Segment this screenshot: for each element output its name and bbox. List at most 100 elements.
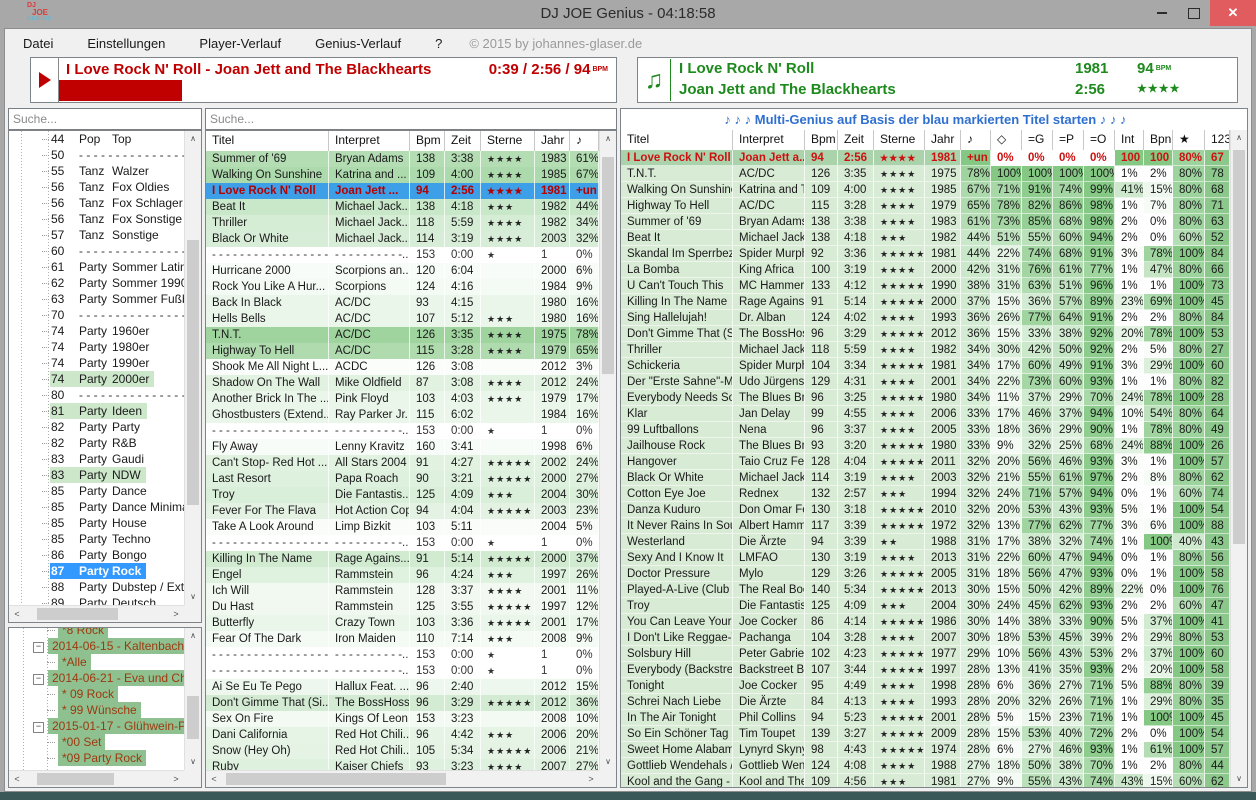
genius-row[interactable]: ThrillerMichael Jack...1185:59★★★★198234… <box>621 342 1230 358</box>
column-header[interactable]: ♪ <box>570 131 599 151</box>
category-item[interactable]: 85PartyTechno <box>9 531 184 547</box>
category-item[interactable]: 44PopTop <box>9 131 184 147</box>
column-header[interactable]: Titel <box>206 131 329 151</box>
minimize-button[interactable] <box>1146 0 1178 26</box>
category-item[interactable]: 56TanzFox Schlager <box>9 195 184 211</box>
column-header[interactable]: ★ <box>1173 130 1205 150</box>
scroll-thumb[interactable] <box>187 240 199 505</box>
search-result-row[interactable]: Fear Of The DarkIron Maiden1107:14★★★200… <box>206 631 599 647</box>
search-result-row[interactable]: Black Or WhiteMichael Jack...1143:19★★★★… <box>206 231 599 247</box>
genius-row[interactable]: Everybody (Backstreet...Backstreet B...1… <box>621 662 1230 678</box>
genius-row[interactable]: Schrei Nach LiebeDie Ärzte844:13★★★★1993… <box>621 694 1230 710</box>
scroll-right-icon[interactable]: > <box>168 771 184 787</box>
history-item[interactable]: *Alle <box>9 654 184 670</box>
search-result-row[interactable]: Sex On FireKings Of Leon1533:23200810% <box>206 711 599 727</box>
collapse-icon[interactable]: − <box>33 674 44 685</box>
genius-row[interactable]: Played-A-Live (Club Mix)The Real Boo...1… <box>621 582 1230 598</box>
genius-row[interactable]: SchickeriaSpider Murph...1043:34★★★★★198… <box>621 358 1230 374</box>
scroll-up-icon[interactable]: ∧ <box>185 131 201 147</box>
column-header[interactable]: Jahr <box>925 130 961 150</box>
category-item[interactable]: 56TanzFox Oldies <box>9 179 184 195</box>
column-header[interactable]: =O <box>1084 130 1115 150</box>
genius-row[interactable]: Don't Gimme That (Sin...The BossHoss963:… <box>621 326 1230 342</box>
search-result-row[interactable]: Rock You Like A Hur...Scorpions1244:1619… <box>206 279 599 295</box>
search-result-row[interactable]: Highway To HellAC/DC1153:28★★★★197965% <box>206 343 599 359</box>
category-item[interactable]: 83PartyGaudi <box>9 451 184 467</box>
search-result-row[interactable]: Take A Look AroundLimp Bizkit1035:112004… <box>206 519 599 535</box>
category-item[interactable]: 70- - - - - - - - - - - - - - - - - - <box>9 307 184 323</box>
history-item[interactable]: −2014-06-21 - Eva und Christia <box>9 670 184 686</box>
column-header[interactable]: =P <box>1053 130 1084 150</box>
column-header[interactable]: Int <box>1115 130 1144 150</box>
genius-row[interactable]: I Don't Like Reggae-TonPachanga1043:28★★… <box>621 630 1230 646</box>
column-header[interactable]: Zeit <box>838 130 874 150</box>
category-item[interactable]: 82PartyR&B <box>9 435 184 451</box>
search-result-row[interactable]: Ich WillRammstein1283:37★★★★200111% <box>206 583 599 599</box>
horizontal-scrollbar[interactable]: < > <box>9 770 184 787</box>
collapse-icon[interactable]: − <box>33 642 44 653</box>
category-item[interactable]: 60- - - - - - - - - - - - - - - - - - <box>9 243 184 259</box>
vertical-scrollbar[interactable]: ∧ ∨ <box>184 131 201 605</box>
search-result-row[interactable]: - - - - - - - - - - - - - - - - - - -- -… <box>206 647 599 663</box>
category-item[interactable]: 82PartyParty <box>9 419 184 435</box>
search-result-row[interactable]: Hurricane 2000Scorpions an...1206:042000… <box>206 263 599 279</box>
category-item[interactable]: 81PartyIdeen <box>9 403 184 419</box>
scroll-down-icon[interactable]: ∨ <box>185 754 201 770</box>
progress-bar[interactable] <box>59 80 616 102</box>
search-result-row[interactable]: Fly AwayLenny Kravitz1603:4119986% <box>206 439 599 455</box>
genius-row[interactable]: HangoverTaio Cruz Fea...1284:04★★★★★2011… <box>621 454 1230 470</box>
search-result-row[interactable]: EngelRammstein964:24★★★199726% <box>206 567 599 583</box>
scroll-up-icon[interactable]: ∧ <box>600 131 616 147</box>
genius-row[interactable]: Sexy And I Know ItLMFAO1303:19★★★★201331… <box>621 550 1230 566</box>
menu-datei[interactable]: Datei <box>4 36 70 51</box>
genius-row[interactable]: Der "Erste Sahne"-MixUdo Jürgens1294:31★… <box>621 374 1230 390</box>
genius-row[interactable]: Summer of '69Bryan Adams1383:38★★★★19836… <box>621 214 1230 230</box>
category-item[interactable]: 56TanzFox Sonstige <box>9 211 184 227</box>
search-result-row[interactable]: Hells BellsAC/DC1075:12★★★198016% <box>206 311 599 327</box>
genius-row[interactable]: WesterlandDie Ärzte943:39★★198831%17%38%… <box>621 534 1230 550</box>
search-result-row[interactable]: Killing In The NameRage Agains...915:14★… <box>206 551 599 567</box>
menu-genius-verlauf[interactable]: Genius-Verlauf <box>298 36 418 51</box>
search-result-row[interactable]: RubyKaiser Chiefs933:23★★★★200727% <box>206 759 599 770</box>
category-item[interactable]: 85PartyHouse <box>9 515 184 531</box>
menu-einstellungen[interactable]: Einstellungen <box>70 36 182 51</box>
history-item[interactable]: * 99 Wünsche <box>9 702 184 718</box>
genius-row[interactable]: Walking On SunshineKatrina and T...1094:… <box>621 182 1230 198</box>
category-item[interactable]: 85PartyDance <box>9 483 184 499</box>
horizontal-scrollbar[interactable]: < > <box>9 605 184 622</box>
genius-row[interactable]: Skandal Im Sperrbezirk.Spider Murph...92… <box>621 246 1230 262</box>
history-item[interactable]: −2015-01-17 - Glühwein-Party <box>9 718 184 734</box>
category-item[interactable]: 62PartySommer 1990er <box>9 275 184 291</box>
category-item[interactable]: 87PartyRock <box>9 563 184 579</box>
scroll-left-icon[interactable]: < <box>9 771 25 787</box>
menu-player-verlauf[interactable]: Player-Verlauf <box>182 36 298 51</box>
genius-row[interactable]: Highway To HellAC/DC1153:28★★★★197965%78… <box>621 198 1230 214</box>
play-button[interactable] <box>31 58 59 102</box>
search-result-row[interactable]: - - - - - - - - - - - - - - - - - - -- -… <box>206 247 599 263</box>
maximize-button[interactable] <box>1178 0 1210 26</box>
search-result-row[interactable]: Fever For The FlavaHot Action Cop944:04★… <box>206 503 599 519</box>
search-result-row[interactable]: Walking On SunshineKatrina and ...1094:0… <box>206 167 599 183</box>
genius-row[interactable]: Sing Hallelujah!Dr. Alban1244:02★★★★1993… <box>621 310 1230 326</box>
history-item[interactable]: *09 Party Rock <box>9 750 184 766</box>
search-result-row[interactable]: - - - - - - - - - - - - - - - - - - -- -… <box>206 423 599 439</box>
search-result-row[interactable]: Back In BlackAC/DC934:15198016% <box>206 295 599 311</box>
category-item[interactable]: 89PartyDeutsch <box>9 595 184 605</box>
search-result-row[interactable]: Beat ItMichael Jack...1384:18★★★198244% <box>206 199 599 215</box>
search-result-row[interactable]: TroyDie Fantastis...1254:09★★★200430% <box>206 487 599 503</box>
close-button[interactable]: ✕ <box>1210 0 1256 26</box>
genius-row[interactable]: La BombaKing Africa1003:19★★★★200042%31%… <box>621 262 1230 278</box>
genius-row[interactable]: Solsbury HillPeter Gabriel1024:23★★★★★19… <box>621 646 1230 662</box>
genius-row[interactable]: I Love Rock N' RollJoan Jett a...942:56★… <box>621 150 1230 166</box>
genius-row[interactable]: Kool and the Gang - G...Kool and The...1… <box>621 774 1230 787</box>
category-item[interactable]: 55TanzWalzer <box>9 163 184 179</box>
search-result-row[interactable]: Don't Gimme That (Si...The BossHoss963:2… <box>206 695 599 711</box>
category-item[interactable]: 83PartyNDW <box>9 467 184 483</box>
genius-row[interactable]: T.N.T.AC/DC1263:35★★★★197578%100%100%100… <box>621 166 1230 182</box>
category-item[interactable]: 80- - - - - - - - - - - - - - - - - - <box>9 387 184 403</box>
history-item[interactable]: *8 Rock <box>9 627 184 638</box>
scroll-left-icon[interactable]: < <box>206 771 222 787</box>
scroll-thumb[interactable] <box>602 157 614 374</box>
genius-row[interactable]: So Ein Schöner Tag (F...Tim Toupet1393:2… <box>621 726 1230 742</box>
scroll-thumb[interactable] <box>226 773 446 785</box>
